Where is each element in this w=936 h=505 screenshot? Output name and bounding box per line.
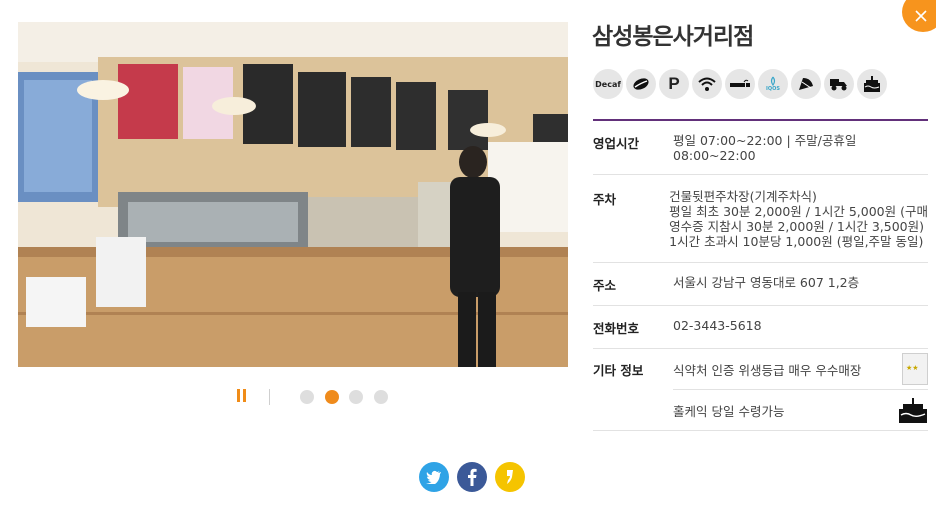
carousel-dot-3[interactable] (349, 390, 363, 404)
carousel-dot-4[interactable] (374, 390, 388, 404)
etc-item: 식약처 인증 위생등급 매우 우수매장 (673, 349, 928, 389)
parking-line: 평일 최초 30분 2,000원 / 1시간 5,000원 (구매 (669, 204, 928, 219)
facebook-share-button[interactable] (457, 462, 487, 492)
carousel-dot-1[interactable] (300, 390, 314, 404)
etc-item-text: 홀케익 당일 수령가능 (673, 403, 785, 419)
amenity-list: Decaf P IQOS (593, 69, 887, 99)
parking-line: 1시간 초과시 10분당 1,000원 (평일,주말 동일) (669, 234, 924, 249)
parking-line: 건물뒷편주차장(기계주차식) (669, 189, 817, 204)
store-info-table: 영업시간 평일 07:00~22:00 | 주말/공휴일 08:00~22:00… (593, 119, 928, 431)
etc-item-text: 식약처 인증 위생등급 매우 우수매장 (673, 362, 862, 378)
phone-row: 전화번호 02-3443-5618 (593, 306, 928, 349)
divider (269, 389, 270, 405)
parking-row: 주차 건물뒷편주차장(기계주차식) 평일 최초 30분 2,000원 / 1시간… (593, 175, 928, 263)
cake-icon (899, 398, 927, 423)
smoking-icon (725, 69, 755, 99)
phone-label: 전화번호 (593, 321, 640, 336)
etc-item: 홀케익 당일 수령가능 (673, 389, 928, 430)
parking-line: 영수증 지참시 30분 2,000원 / 1시간 3,500원) (669, 219, 925, 234)
share-buttons (419, 462, 525, 492)
address-label: 주소 (593, 278, 617, 293)
decaf-icon: Decaf (593, 69, 623, 99)
parking-icon: P (659, 69, 689, 99)
parking-value: 건물뒷편주차장(기계주차식) 평일 최초 30분 2,000원 / 1시간 5,… (669, 189, 928, 249)
etc-list: 식약처 인증 위생등급 매우 우수매장 홀케익 당일 수령가능 (673, 349, 928, 430)
leaf-icon (791, 69, 821, 99)
address-row: 주소 서울시 강남구 영동대로 607 1,2층 (593, 263, 928, 306)
address-value: 서울시 강남구 영동대로 607 1,2층 (673, 275, 860, 290)
facebook-icon (468, 468, 477, 486)
hours-row: 영업시간 평일 07:00~22:00 | 주말/공휴일 08:00~22:00 (593, 121, 928, 175)
etc-row: 기타 정보 식약처 인증 위생등급 매우 우수매장 홀케익 당일 수령가능 (593, 349, 928, 431)
pause-button[interactable] (235, 389, 249, 403)
store-photo (18, 22, 568, 367)
parking-label: 주차 (593, 192, 617, 207)
wifi-icon (692, 69, 722, 99)
delivery-icon (824, 69, 854, 99)
kakaostory-share-button[interactable] (495, 462, 525, 492)
cake-icon (857, 69, 887, 99)
iqos-icon: IQOS (758, 69, 788, 99)
hours-value: 평일 07:00~22:00 | 주말/공휴일 08:00~22:00 (673, 133, 857, 163)
bean-icon (626, 69, 656, 99)
iqos-label: IQOS (766, 86, 780, 92)
pause-icon (237, 389, 240, 402)
phone-value: 02-3443-5618 (673, 318, 762, 333)
store-name: 삼성봉은사거리점 (592, 24, 754, 50)
etc-label: 기타 정보 (593, 363, 644, 378)
close-icon (915, 10, 927, 22)
kakaostory-icon (507, 470, 513, 484)
carousel-dot-2[interactable] (325, 390, 339, 404)
hours-label: 영업시간 (593, 136, 640, 151)
twitter-share-button[interactable] (419, 462, 449, 492)
twitter-icon (426, 470, 441, 484)
hygiene-grade-icon (902, 353, 928, 385)
close-button[interactable] (902, 0, 936, 32)
carousel-controls (230, 385, 400, 409)
